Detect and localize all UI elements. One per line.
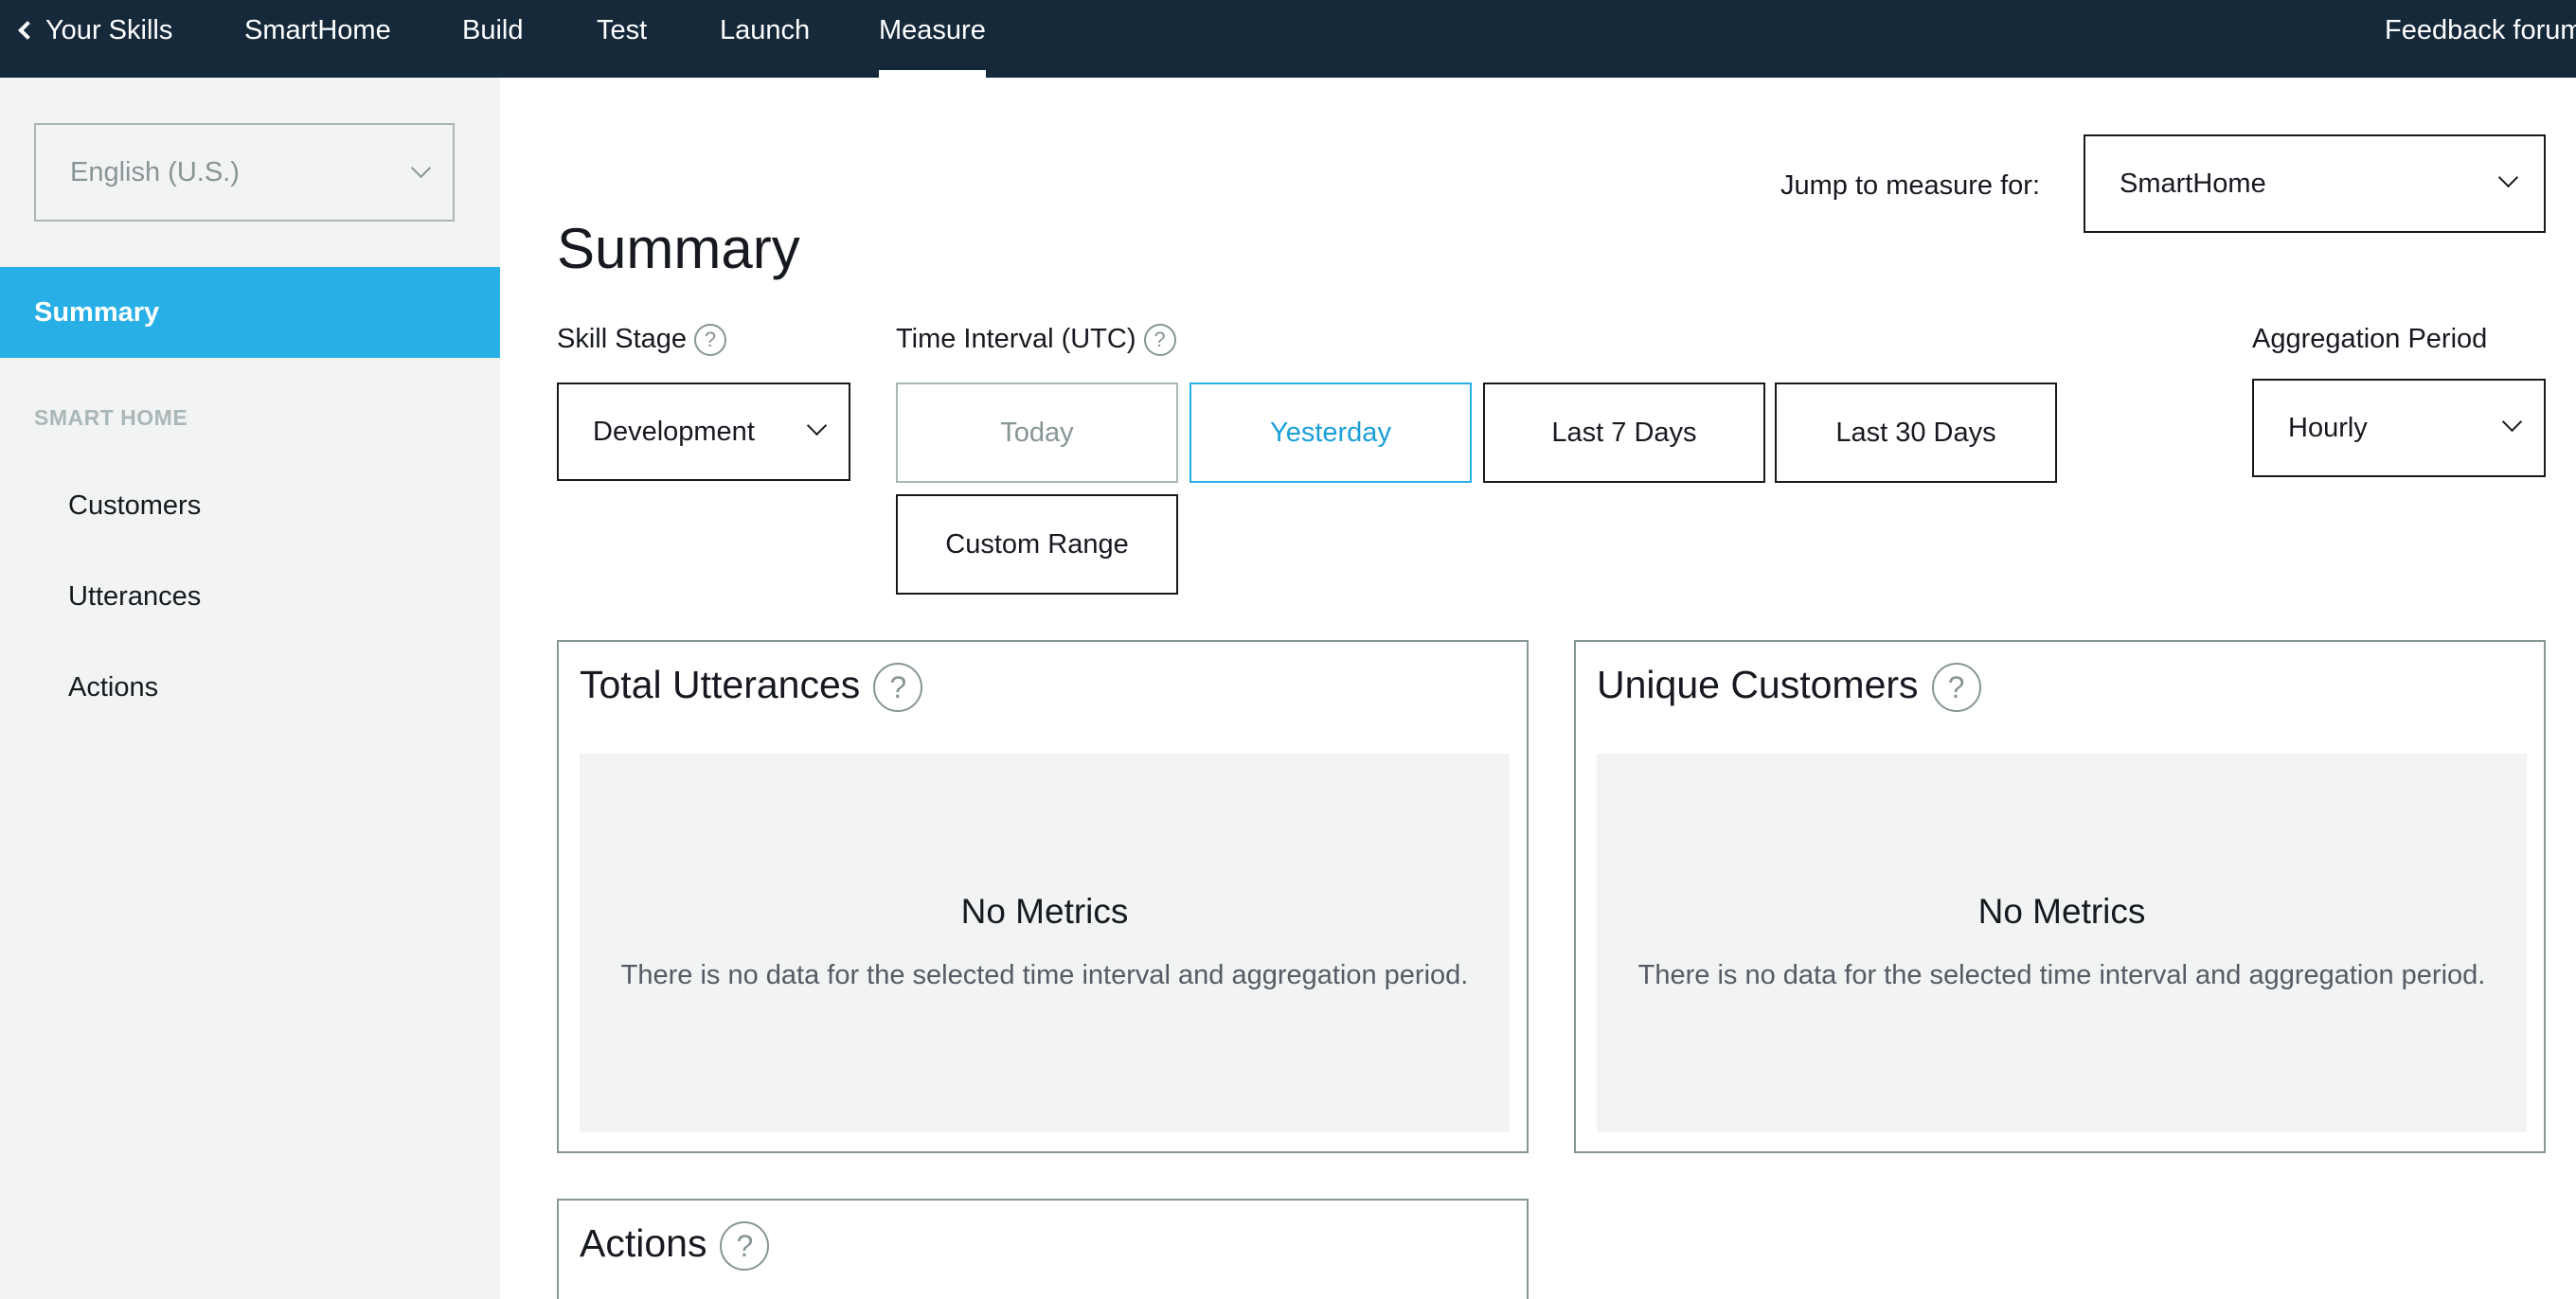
sidebar: English (U.S.) Summary SMART HOME Custom…: [0, 78, 500, 1299]
sidebar-item-summary[interactable]: Summary: [0, 267, 500, 358]
card-title-text: Unique Customers: [1597, 663, 1919, 706]
aggregation-period-select[interactable]: Hourly: [2252, 379, 2546, 477]
actions-card: Actions?: [557, 1199, 1529, 1299]
jump-to-measure-label: Jump to measure for:: [1780, 170, 2040, 201]
no-metrics-title: No Metrics: [960, 892, 1129, 931]
feedback-forum-link[interactable]: Feedback forum: [2385, 0, 2576, 78]
sidebar-item-customers[interactable]: Customers: [68, 490, 201, 522]
back-label: Your Skills: [45, 15, 173, 45]
time-option-today[interactable]: Today: [896, 383, 1178, 483]
time-option-custom-range[interactable]: Custom Range: [896, 494, 1178, 595]
locale-value: English (U.S.): [70, 157, 240, 187]
nav-tab-test[interactable]: Test: [597, 0, 647, 78]
time-interval-label-text: Time Interval (UTC): [896, 324, 1136, 354]
time-option-last-30-days[interactable]: Last 30 Days: [1775, 383, 2057, 483]
chevron-down-icon: [806, 415, 828, 436]
skill-stage-value: Development: [593, 417, 755, 447]
page-title: Summary: [557, 217, 800, 280]
total-utterances-card: Total Utterances? No Metrics There is no…: [557, 640, 1529, 1153]
nav-tab-build[interactable]: Build: [462, 0, 524, 78]
chevron-left-icon: [18, 21, 37, 40]
aggregation-period-label: Aggregation Period: [2252, 324, 2488, 354]
card-title: Unique Customers?: [1597, 663, 1981, 713]
nav-tab-smarthome[interactable]: SmartHome: [244, 0, 391, 78]
chevron-down-icon: [410, 157, 432, 179]
skill-stage-label-text: Skill Stage: [557, 324, 688, 354]
locale-select[interactable]: English (U.S.): [34, 123, 455, 222]
top-navigation: Your Skills SmartHome Build Test Launch …: [0, 0, 2576, 78]
help-icon[interactable]: ?: [720, 1221, 770, 1272]
skill-stage-label: Skill Stage?: [557, 324, 727, 357]
nav-tab-measure[interactable]: Measure: [879, 0, 986, 78]
nav-tab-launch[interactable]: Launch: [720, 0, 810, 78]
card-title-text: Total Utterances: [580, 663, 861, 706]
empty-metrics-panel: No Metrics There is no data for the sele…: [580, 754, 1510, 1132]
chevron-down-icon: [2497, 167, 2519, 188]
no-metrics-text: There is no data for the selected time i…: [1637, 960, 2486, 990]
help-icon[interactable]: ?: [873, 663, 923, 713]
unique-customers-card: Unique Customers? No Metrics There is no…: [1574, 640, 2546, 1153]
card-title: Actions?: [580, 1221, 770, 1272]
no-metrics-text: There is no data for the selected time i…: [620, 960, 1469, 990]
empty-metrics-panel: No Metrics There is no data for the sele…: [1597, 754, 2527, 1132]
time-option-last-7-days[interactable]: Last 7 Days: [1483, 383, 1765, 483]
chevron-down-icon: [2501, 411, 2523, 433]
jump-to-measure-value: SmartHome: [2120, 169, 2266, 199]
sidebar-section-title: SMART HOME: [34, 405, 188, 430]
sidebar-item-utterances[interactable]: Utterances: [68, 581, 201, 613]
help-icon[interactable]: ?: [1143, 324, 1176, 357]
time-option-yesterday[interactable]: Yesterday: [1190, 383, 1472, 483]
card-title: Total Utterances?: [580, 663, 923, 713]
skill-stage-select[interactable]: Development: [557, 383, 850, 481]
back-to-skills-link[interactable]: Your Skills: [18, 0, 173, 78]
card-title-text: Actions: [580, 1221, 707, 1265]
no-metrics-title: No Metrics: [1977, 892, 2146, 931]
sidebar-item-actions[interactable]: Actions: [68, 672, 158, 703]
aggregation-period-value: Hourly: [2288, 413, 2368, 443]
help-icon[interactable]: ?: [1931, 663, 1981, 713]
time-interval-label: Time Interval (UTC)?: [896, 324, 1176, 357]
jump-to-measure-select[interactable]: SmartHome: [2084, 134, 2546, 233]
help-icon[interactable]: ?: [694, 324, 727, 357]
